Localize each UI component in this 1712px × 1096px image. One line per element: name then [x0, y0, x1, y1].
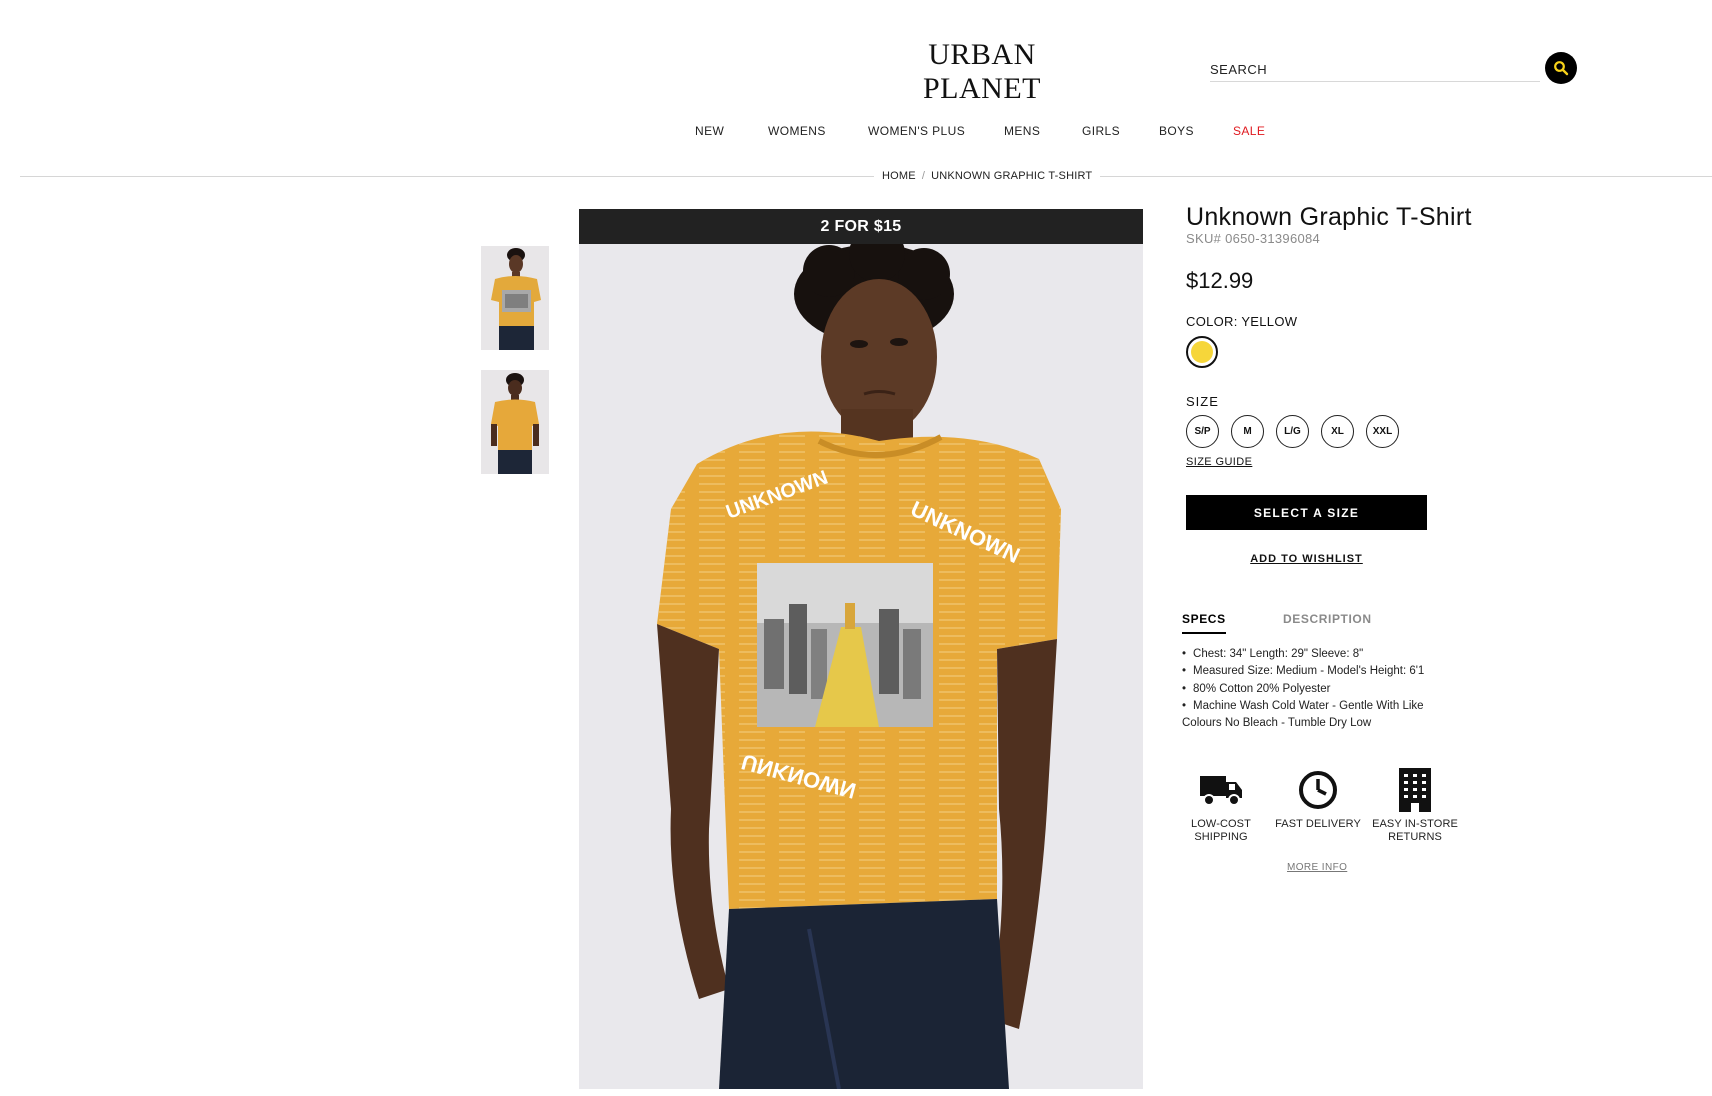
model-photo: UNKNOWN UNKNOWN UNKNOWN: [579, 209, 1143, 1089]
thumbnail-back[interactable]: [481, 370, 549, 474]
product-price: $12.99: [1186, 268, 1254, 293]
tab-description[interactable]: DESCRIPTION: [1283, 612, 1372, 632]
tab-specs[interactable]: SPECS: [1182, 612, 1226, 634]
nav-item-sale[interactable]: SALE: [1233, 124, 1265, 138]
size-button-m[interactable]: M: [1231, 415, 1264, 448]
spec-item: Machine Wash Cold Water - Gentle With Li…: [1182, 698, 1462, 733]
select-size-button[interactable]: SELECT A SIZE: [1186, 495, 1427, 530]
store-icon: [1399, 768, 1431, 812]
breadcrumb-separator: /: [921, 170, 926, 182]
spec-item: Chest: 34" Length: 29" Sleeve: 8": [1182, 646, 1462, 663]
feature-shipping: LOW-COST SHIPPING: [1166, 766, 1276, 843]
clock-icon: [1299, 771, 1337, 809]
main-nav: NEW WOMENS WOMEN'S PLUS MENS GIRLS BOYS …: [0, 124, 1712, 140]
swatch-fill: [1191, 341, 1213, 363]
header-divider: [20, 176, 1712, 177]
feature-returns-label: EASY IN-STORE RETURNS: [1372, 818, 1458, 843]
nav-item-womens[interactable]: WOMENS: [768, 124, 826, 138]
nav-item-mens[interactable]: MENS: [1004, 124, 1040, 138]
nav-item-girls[interactable]: GIRLS: [1082, 124, 1120, 138]
size-label: SIZE: [1186, 394, 1219, 409]
spec-item: Measured Size: Medium - Model's Height: …: [1182, 663, 1462, 680]
feature-delivery-label: FAST DELIVERY: [1275, 818, 1361, 830]
search-input[interactable]: [1210, 58, 1540, 80]
product-title: Unknown Graphic T-Shirt: [1186, 203, 1472, 231]
more-info-link[interactable]: MORE INFO: [1287, 862, 1347, 873]
color-swatch-yellow[interactable]: [1186, 336, 1218, 368]
size-guide-link[interactable]: SIZE GUIDE: [1186, 456, 1252, 468]
nav-item-new[interactable]: NEW: [695, 124, 724, 138]
breadcrumb-current: UNKNOWN GRAPHIC T-SHIRT: [931, 170, 1093, 182]
feature-delivery: FAST DELIVERY: [1263, 766, 1373, 831]
thumbnail-back-image: [481, 370, 549, 474]
size-button-s[interactable]: S/P: [1186, 415, 1219, 448]
add-to-wishlist-link[interactable]: ADD TO WISHLIST: [1186, 553, 1427, 565]
thumbnail-front-image: [481, 246, 549, 350]
search-button[interactable]: [1545, 52, 1577, 84]
search-bar: [1210, 58, 1540, 82]
size-button-l[interactable]: L/G: [1276, 415, 1309, 448]
color-label: COLOR: YELLOW: [1186, 314, 1298, 329]
breadcrumb: HOME / UNKNOWN GRAPHIC T-SHIRT: [874, 170, 1101, 182]
spec-item: 80% Cotton 20% Polyester: [1182, 681, 1462, 698]
feature-shipping-label: LOW-COST SHIPPING: [1191, 818, 1251, 843]
breadcrumb-home[interactable]: HOME: [882, 170, 916, 182]
thumbnail-front[interactable]: [481, 246, 549, 350]
brand-logo[interactable]: URBAN PLANET: [874, 38, 1090, 106]
main-product-image[interactable]: UNKNOWN UNKNOWN UNKNOWN: [579, 209, 1143, 1089]
size-button-xxl[interactable]: XXL: [1366, 415, 1399, 448]
feature-returns: EASY IN-STORE RETURNS: [1360, 766, 1470, 843]
search-icon: [1554, 61, 1569, 76]
truck-icon: [1200, 776, 1242, 806]
size-button-xl[interactable]: XL: [1321, 415, 1354, 448]
product-sku: SKU# 0650-31396084: [1186, 231, 1321, 246]
nav-item-boys[interactable]: BOYS: [1159, 124, 1194, 138]
specs-list: Chest: 34" Length: 29" Sleeve: 8" Measur…: [1182, 646, 1462, 732]
nav-item-womens-plus[interactable]: WOMEN'S PLUS: [868, 124, 965, 138]
promo-banner: 2 FOR $15: [579, 209, 1143, 244]
